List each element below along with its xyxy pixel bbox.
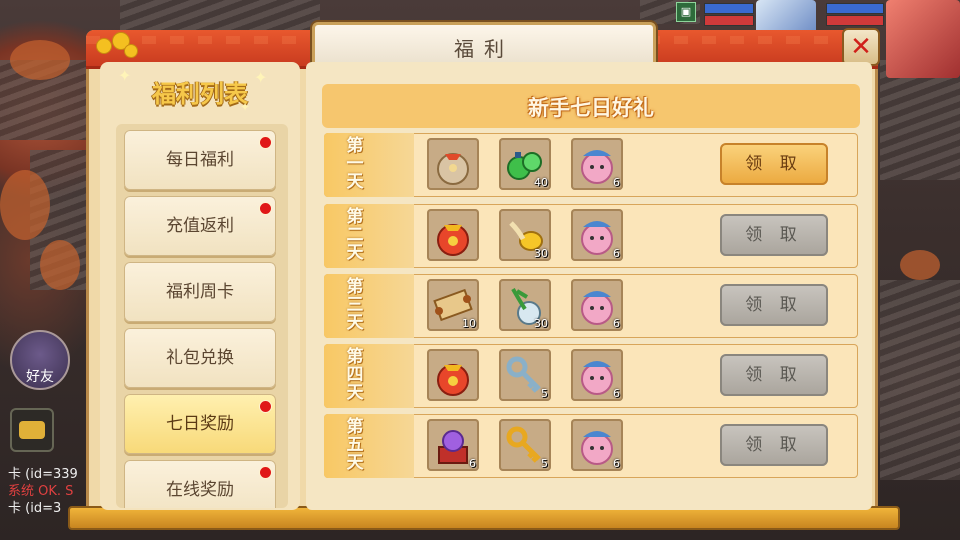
day-row-1: 第一天 40 6 领 取 [324, 133, 858, 197]
item-quantity: 6 [613, 387, 620, 400]
close-icon: ✕ [850, 32, 872, 62]
reward-slot[interactable]: 6 [571, 419, 623, 471]
notification-dot [259, 202, 272, 215]
reward-slot[interactable] [427, 349, 479, 401]
window-title: 福利 [454, 37, 514, 61]
day-row-5: 第五天 6 5 6 领 取 [324, 414, 858, 478]
red-gift-bag-icon [437, 224, 469, 256]
reward-slot[interactable]: 6 [571, 138, 623, 190]
item-quantity: 6 [613, 317, 620, 330]
day-row-4: 第四天 5 6 领 取 [324, 344, 858, 408]
item-quantity: 6 [613, 176, 620, 189]
player-avatar[interactable] [886, 0, 960, 78]
reward-slot[interactable] [427, 209, 479, 261]
friend-button[interactable]: 好友 [10, 330, 70, 390]
sidebar-item-recharge-rebate[interactable]: 充值返利 [124, 196, 276, 256]
reward-slot[interactable]: 5 [499, 349, 551, 401]
sidebar-item-label: 充值返利 [166, 216, 234, 236]
day-label: 第二天 [346, 207, 364, 263]
day-label: 第四天 [346, 347, 364, 403]
reward-slot[interactable]: 30 [499, 279, 551, 331]
claim-button[interactable]: 领 取 [720, 143, 828, 185]
day-row-3: 第三天 10 30 6 领 取 [324, 274, 858, 338]
item-quantity: 10 [462, 317, 476, 330]
item-quantity: 40 [534, 176, 548, 189]
reward-slot[interactable]: 6 [571, 279, 623, 331]
sidebar-item-weekly-card[interactable]: 福利周卡 [124, 262, 276, 322]
sidebar-item-label: 在线奖励 [166, 480, 234, 500]
chat-button[interactable] [10, 408, 54, 452]
reward-slot[interactable]: 6 [571, 349, 623, 401]
claim-button[interactable]: 领 取 [720, 424, 828, 466]
reward-slot[interactable]: 30 [499, 209, 551, 261]
close-button[interactable]: ✕ [842, 28, 880, 66]
reward-slot[interactable]: 10 [427, 279, 479, 331]
friend-label: 好友 [26, 369, 54, 385]
sparkle-icon: ✦ [240, 100, 251, 114]
item-quantity: 5 [541, 387, 548, 400]
chat-line: 卡 (id=339 [8, 467, 78, 482]
content-title: 新手七日好礼 [528, 96, 654, 120]
item-quantity: 5 [541, 457, 548, 470]
claim-button[interactable]: 领 取 [720, 214, 828, 256]
sidebar-item-gift-redeem[interactable]: 礼包兑换 [124, 328, 276, 388]
sidebar-item-label: 每日福利 [166, 150, 234, 170]
sidebar-item-label: 福利周卡 [166, 282, 234, 302]
chat-line: 系统 OK. S [8, 484, 74, 499]
notification-dot [259, 466, 272, 479]
red-gift-bag-icon [437, 364, 469, 396]
player-mana-bar [826, 3, 884, 14]
player-health-bar [826, 15, 884, 26]
claim-button[interactable]: 领 取 [720, 284, 828, 326]
day-label: 第三天 [346, 277, 364, 333]
chat-bubble-icon [19, 421, 45, 439]
sidebar-menu: 每日福利 充值返利 福利周卡 礼包兑换 七日奖励 在线奖励 [116, 124, 288, 508]
hud-mana-bar [704, 3, 754, 14]
reward-slot[interactable]: 6 [427, 419, 479, 471]
notification-dot [259, 400, 272, 413]
flower-decoration [96, 38, 112, 54]
flower-decoration [124, 44, 138, 58]
notification-dot [259, 136, 272, 149]
sparkle-icon: ✦ [254, 68, 268, 87]
hud-signal-icon[interactable]: ▣ [676, 2, 696, 22]
item-quantity: 6 [613, 247, 620, 260]
reward-slot[interactable]: 40 [499, 138, 551, 190]
sidebar-item-online-reward[interactable]: 在线奖励 [124, 460, 276, 508]
day-label: 第五天 [346, 417, 364, 473]
reward-slot[interactable]: 6 [571, 209, 623, 261]
reward-slot[interactable] [427, 138, 479, 190]
sidebar-item-seven-day-reward[interactable]: 七日奖励 [124, 394, 276, 454]
sidebar-item-daily-welfare[interactable]: 每日福利 [124, 130, 276, 190]
hud-health-bar [704, 15, 754, 26]
reward-slot[interactable]: 5 [499, 419, 551, 471]
treasure-bag-icon [437, 153, 469, 185]
day-label: 第一天 [346, 136, 364, 192]
item-quantity: 30 [534, 247, 548, 260]
sidebar-item-label: 礼包兑换 [166, 348, 234, 368]
item-quantity: 6 [469, 457, 476, 470]
pet-avatar[interactable] [756, 0, 816, 34]
sparkle-icon: ✦ [118, 66, 132, 85]
claim-button[interactable]: 领 取 [720, 354, 828, 396]
item-quantity: 30 [534, 317, 548, 330]
sidebar-item-label: 七日奖励 [166, 414, 234, 434]
day-row-2: 第二天 30 6 领 取 [324, 204, 858, 268]
item-quantity: 6 [613, 457, 620, 470]
